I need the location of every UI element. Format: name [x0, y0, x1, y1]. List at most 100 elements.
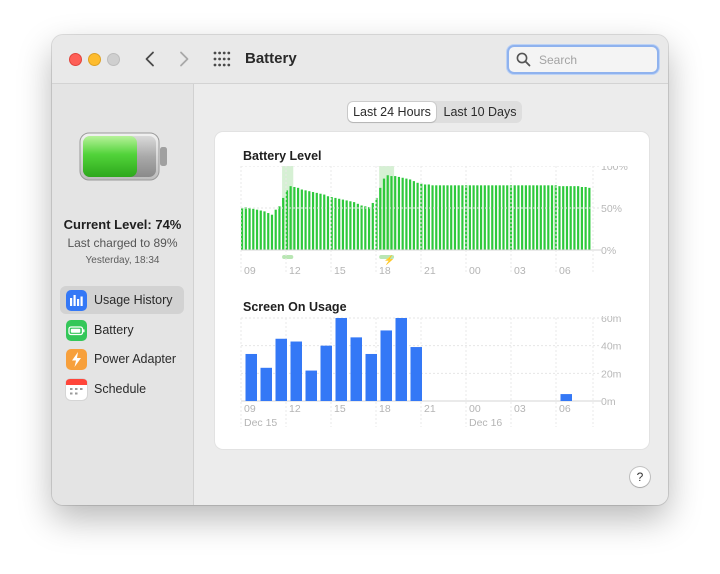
forward-button[interactable]: [172, 47, 196, 71]
battery-level-graphic: [79, 132, 169, 187]
screen-y-tick-label: 60m: [601, 316, 622, 325]
battery-level-bar: [483, 185, 486, 250]
battery-level-bar: [472, 185, 475, 250]
battery-level-bar: [427, 184, 430, 250]
battery-level-bar: [498, 185, 501, 250]
sidebar-item-usage-history[interactable]: Usage History: [60, 286, 184, 314]
battery-level-bar: [394, 176, 397, 250]
battery-level-bar: [353, 202, 356, 250]
screen-date-label: Dec 15: [244, 417, 277, 429]
battery-icon: [66, 319, 87, 341]
battery-level-bar: [580, 187, 583, 250]
battery-level-bar: [300, 189, 303, 250]
battery-level-bar: [364, 206, 367, 250]
search-field[interactable]: [507, 45, 659, 74]
battery-level-bar: [547, 185, 550, 250]
battery-level-bar: [297, 187, 300, 250]
sidebar-item-label: Power Adapter: [94, 352, 176, 367]
battery-level-bar: [521, 185, 524, 250]
battery-y-tick-label: 100%: [601, 166, 628, 173]
sidebar-item-label: Schedule: [94, 382, 147, 397]
zoom-window-button[interactable]: [107, 53, 120, 66]
screen-usage-bar: [275, 338, 287, 401]
show-all-preferences-button[interactable]: [212, 49, 232, 69]
sidebar-item-power-adapter[interactable]: Power Adapter: [60, 345, 184, 373]
battery-y-tick-label: 0%: [601, 245, 616, 257]
battery-level-bar: [442, 185, 445, 250]
minimize-window-button[interactable]: [88, 53, 101, 66]
battery-icon: [79, 132, 167, 181]
charging-period-marker: [282, 255, 294, 259]
title-bar: Battery: [52, 35, 668, 84]
battery-level-bar: [450, 185, 453, 250]
screen-x-tick-label: 03: [514, 403, 526, 415]
battery-level-bar: [308, 191, 311, 250]
grid-icon: [213, 51, 231, 67]
battery-x-tick-label: 06: [559, 265, 571, 277]
battery-level-bar: [457, 185, 460, 250]
battery-level-bar: [244, 207, 247, 250]
battery-level-bar: [367, 207, 371, 250]
screen-usage-bar: [560, 394, 572, 401]
charging-bolt-icon: ⚡: [384, 254, 395, 266]
battery-level-bar: [446, 185, 449, 250]
battery-level-bar: [584, 187, 587, 250]
screen-usage-bar: [260, 367, 272, 401]
screen-usage-bar: [380, 330, 392, 401]
battery-level-bar: [252, 208, 255, 250]
battery-level-bar: [461, 185, 464, 250]
battery-level-bar: [304, 190, 307, 250]
battery-level-bar: [274, 209, 277, 250]
calendar-icon: [66, 379, 87, 401]
battery-level-bar: [334, 197, 337, 250]
battery-y-tick-label: 50%: [601, 203, 622, 215]
help-button[interactable]: ?: [630, 467, 650, 487]
search-icon: [516, 52, 531, 67]
battery-level-bar: [311, 192, 315, 250]
battery-level-bar: [476, 185, 479, 250]
battery-level-bar: [360, 205, 363, 250]
battery-preferences-window: Battery Search Current Level: 74% Last c…: [52, 35, 668, 505]
screen-on-usage-title: Screen On Usage: [243, 300, 347, 314]
screen-usage-bar: [245, 353, 257, 401]
battery-level-bar: [326, 196, 330, 250]
battery-level-bar: [379, 187, 382, 250]
battery-level-bar: [506, 185, 509, 250]
close-window-button[interactable]: [69, 53, 82, 66]
back-button[interactable]: [138, 47, 162, 71]
screen-usage-bar: [365, 353, 377, 401]
search-input[interactable]: [537, 50, 651, 70]
tab-last-24-hours[interactable]: Last 24 Hours: [348, 102, 436, 122]
battery-level-bar: [453, 185, 457, 250]
battery-level-bar: [371, 202, 374, 250]
battery-x-tick-label: 15: [334, 265, 346, 277]
battery-level-bar: [435, 185, 438, 250]
battery-level-bar: [382, 178, 386, 250]
battery-level-bar: [550, 185, 554, 250]
screen-x-tick-label: 15: [334, 403, 346, 415]
screen-x-tick-label: 12: [289, 403, 301, 415]
battery-x-tick-label: 21: [424, 265, 436, 277]
sidebar-item-schedule[interactable]: Schedule: [60, 375, 184, 403]
tab-last-10-days[interactable]: Last 10 Days: [439, 102, 521, 122]
sidebar: Current Level: 74% Last charged to 89% Y…: [52, 84, 194, 505]
battery-level-bar: [562, 186, 565, 250]
battery-level-bar: [513, 185, 516, 250]
screen-on-usage-chart: 60m 40m 20m 0m 09 12 15 18 21 00 03 06 Dec 15 Dec 16: [240, 316, 622, 429]
battery-level-bar: [356, 203, 359, 250]
power-adapter-icon: [66, 349, 87, 371]
battery-level-bar: [423, 184, 427, 250]
screen-y-tick-label: 0m: [601, 396, 616, 408]
battery-level-bar: [416, 182, 419, 250]
battery-level-bar: [386, 175, 389, 250]
battery-x-tick-label: 12: [289, 265, 301, 277]
main-pane: Last 24 Hours Last 10 Days Battery Level…: [194, 84, 668, 505]
sidebar-nav: Usage History Battery Power Adapter Sche…: [60, 286, 184, 405]
sidebar-item-battery[interactable]: Battery: [60, 316, 184, 344]
battery-level-bar: [267, 213, 270, 250]
battery-level-bar: [259, 210, 262, 250]
last-charged-time: Yesterday, 18:34: [85, 255, 160, 266]
battery-level-bar: [524, 185, 527, 250]
battery-level-bar: [282, 197, 285, 250]
battery-x-tick-label: 03: [514, 265, 526, 277]
